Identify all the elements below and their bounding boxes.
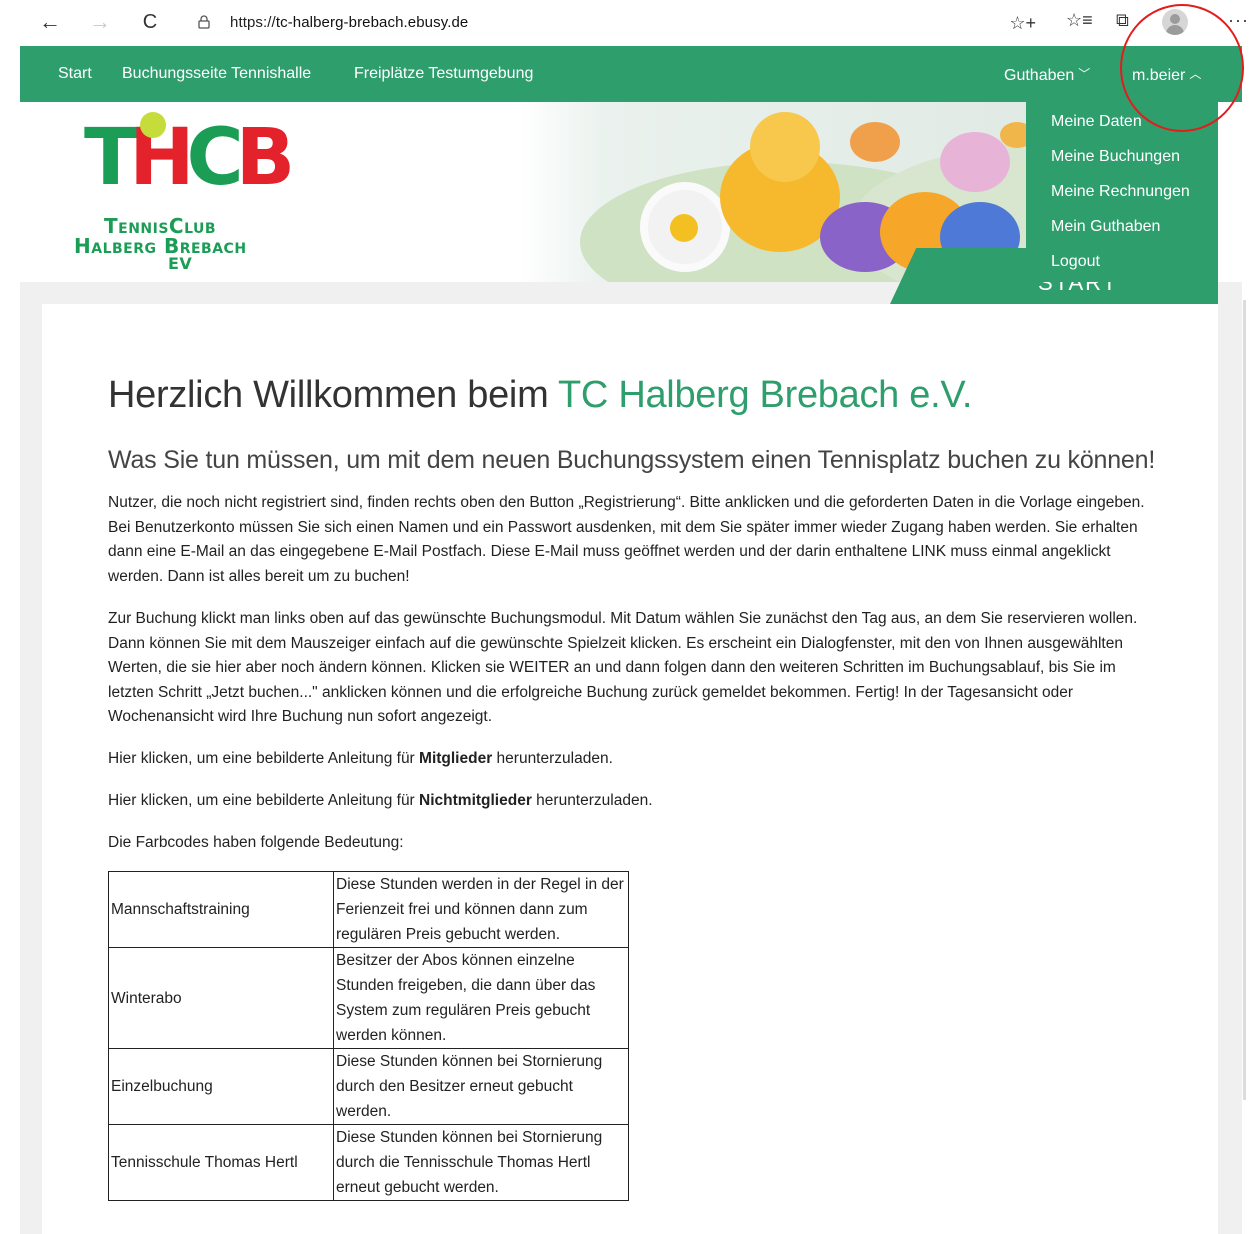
download-members-guide[interactable]: Hier klicken, um eine bebilderte Anleitu… — [108, 747, 1158, 772]
logo-line-2: Halberg Brebach — [74, 234, 247, 258]
lock-icon[interactable] — [198, 15, 210, 29]
logo-letter-c: C — [186, 113, 244, 203]
table-cell-description: Besitzer der Abos können einzelne Stunde… — [333, 947, 629, 1049]
nav-guthaben-dropdown[interactable]: Guthaben ﹀ — [1004, 65, 1090, 85]
table-row: Winterabo Besitzer der Abos können einze… — [108, 947, 629, 1049]
menu-item-meine-daten[interactable]: Meine Daten — [1051, 113, 1142, 131]
nav-start[interactable]: Start — [58, 65, 92, 83]
forward-icon[interactable]: → — [86, 8, 114, 36]
profile-avatar-icon[interactable] — [1162, 9, 1188, 35]
scrollbar-thumb[interactable] — [1243, 300, 1246, 1100]
chevron-up-icon: ︿ — [1189, 67, 1202, 81]
guthaben-label: Guthaben — [1004, 67, 1075, 84]
nav-user-menu[interactable]: m.beier ︿ — [1132, 65, 1201, 85]
page-subtitle: Was Sie tun müssen, um mit dem neuen Buc… — [108, 446, 1156, 474]
more-icon[interactable]: ··· — [1228, 10, 1249, 31]
download-nonmembers-guide[interactable]: Hier klicken, um eine bebilderte Anleitu… — [108, 789, 1158, 814]
table-cell-description: Diese Stunden können bei Stornierung dur… — [333, 1124, 629, 1201]
table-row: Mannschaftstraining Diese Stunden werden… — [108, 871, 629, 948]
nav-freiplaetze-testumgebung[interactable]: Freiplätze Testumgebung — [354, 65, 533, 83]
color-codes-intro: Die Farbcodes haben folgende Bedeutung: — [108, 834, 404, 851]
download-members-link[interactable]: Mitglieder — [419, 750, 492, 767]
registration-instructions: Nutzer, die noch nicht registriert sind,… — [108, 494, 1145, 585]
table-cell-description: Diese Stunden werden in der Regel in der… — [333, 871, 629, 948]
add-favorite-icon[interactable]: ☆+ — [1009, 13, 1036, 34]
download-nonmembers-suffix: herunterzuladen. — [531, 792, 653, 809]
site-navbar: Start Buchungsseite Tennishalle Freiplät… — [20, 46, 1242, 102]
menu-item-meine-buchungen[interactable]: Meine Buchungen — [1051, 148, 1180, 166]
url-host: tc-halberg-brebach.ebusy.de — [275, 14, 469, 31]
url-scheme: https:// — [230, 14, 276, 31]
booking-instructions: Zur Buchung klickt man links oben auf da… — [108, 610, 1138, 725]
nav-buchungsseite-tennishalle[interactable]: Buchungsseite Tennishalle — [122, 65, 311, 83]
logo-letters: THCB — [84, 113, 296, 203]
browser-toolbar: ← → C https://tc-halberg-brebach.ebusy.d… — [0, 0, 1256, 46]
table-row: Tennisschule Thomas Hertl Diese Stunden … — [108, 1124, 629, 1201]
table-cell-description: Diese Stunden können bei Stornierung dur… — [333, 1048, 629, 1125]
collections-icon[interactable]: ⧉ — [1116, 10, 1129, 31]
username-label: m.beier — [1132, 67, 1186, 84]
favorites-icon[interactable]: ☆≡ — [1066, 10, 1093, 31]
table-row: Einzelbuchung Diese Stunden können bei S… — [108, 1048, 629, 1125]
url-text[interactable]: https://tc-halberg-brebach.ebusy.de — [230, 14, 468, 31]
chevron-down-icon: ﹀ — [1078, 67, 1091, 81]
menu-item-meine-rechnungen[interactable]: Meine Rechnungen — [1051, 183, 1190, 201]
table-cell-name: Winterabo — [108, 947, 334, 1049]
tennis-ball-icon — [140, 112, 166, 138]
page-title-prefix: Herzlich Willkommen beim — [108, 374, 559, 416]
table-cell-name: Mannschaftstraining — [108, 871, 334, 948]
page-title: Herzlich Willkommen beim TC Halberg Breb… — [108, 374, 972, 417]
download-nonmembers-prefix: Hier klicken, um eine bebilderte Anleitu… — [108, 792, 420, 809]
download-members-suffix: herunterzuladen. — [492, 750, 613, 767]
page-title-club-name: TC Halberg Brebach e.V. — [558, 374, 973, 416]
color-code-table: Mannschaftstraining Diese Stunden werden… — [108, 871, 629, 1201]
logo-letter-b: B — [235, 113, 296, 203]
table-cell-name: Tennisschule Thomas Hertl — [108, 1124, 334, 1201]
reload-icon[interactable]: C — [136, 8, 164, 36]
address-bar[interactable]: https://tc-halberg-brebach.ebusy.de ☆+ — [180, 7, 1050, 39]
download-nonmembers-link[interactable]: Nichtmitglieder — [419, 792, 532, 809]
club-logo[interactable]: THCB TennisClub Halberg Brebach eV — [74, 112, 306, 282]
back-icon[interactable]: ← — [36, 8, 64, 36]
menu-item-logout[interactable]: Logout — [1051, 253, 1100, 271]
download-members-prefix: Hier klicken, um eine bebilderte Anleitu… — [108, 750, 420, 767]
logo-line-3: eV — [168, 254, 193, 273]
user-dropdown-menu: Meine Daten Meine Buchungen Meine Rechnu… — [1026, 102, 1218, 282]
logo-letter-t: T — [84, 113, 137, 203]
table-cell-name: Einzelbuchung — [108, 1048, 334, 1125]
menu-item-mein-guthaben[interactable]: Mein Guthaben — [1051, 218, 1160, 236]
